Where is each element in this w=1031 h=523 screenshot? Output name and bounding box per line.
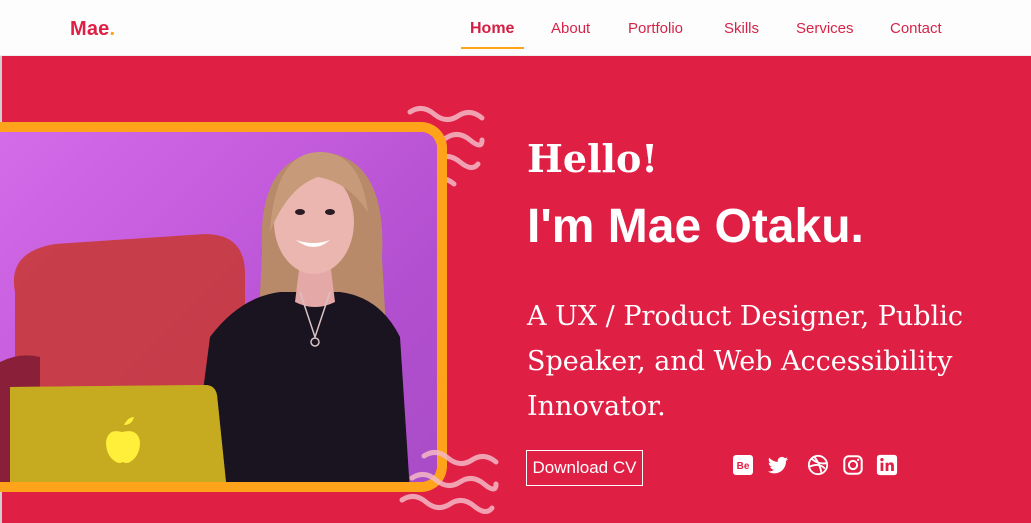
top-navbar: Mae. Home About Portfolio Skills Service… [0, 0, 1031, 56]
profile-photo [0, 132, 437, 482]
nav-item-contact[interactable]: Contact [890, 20, 942, 37]
nav-item-about[interactable]: About [551, 20, 590, 37]
profile-photo-frame [0, 122, 447, 492]
twitter-icon[interactable] [767, 454, 789, 476]
logo-dot: . [109, 18, 116, 40]
logo-text: Mae [70, 18, 110, 40]
hero-section: Hello! I'm Mae Otaku. A UX / Product Des… [0, 56, 1031, 523]
nav-item-home[interactable]: Home [470, 20, 514, 38]
portrait-illustration [0, 152, 410, 482]
instagram-icon[interactable] [842, 454, 864, 476]
download-cv-button[interactable]: Download CV [526, 450, 643, 486]
linkedin-icon[interactable] [876, 454, 898, 476]
hero-tagline: A UX / Product Designer, Public Speaker,… [527, 301, 963, 422]
hero-greeting: Hello! [527, 136, 658, 181]
nav-item-services[interactable]: Services [796, 20, 854, 37]
hero-name: I'm Mae Otaku. [527, 200, 864, 253]
decorative-squiggle-bottom [399, 450, 499, 514]
dribbble-icon[interactable] [807, 454, 829, 476]
nav-item-portfolio[interactable]: Portfolio [628, 20, 683, 37]
nav-item-skills[interactable]: Skills [724, 20, 759, 37]
active-nav-indicator [461, 47, 524, 49]
site-logo[interactable]: Mae. [70, 18, 115, 41]
svg-text:Be: Be [737, 461, 750, 472]
behance-icon[interactable]: Be [732, 454, 754, 476]
